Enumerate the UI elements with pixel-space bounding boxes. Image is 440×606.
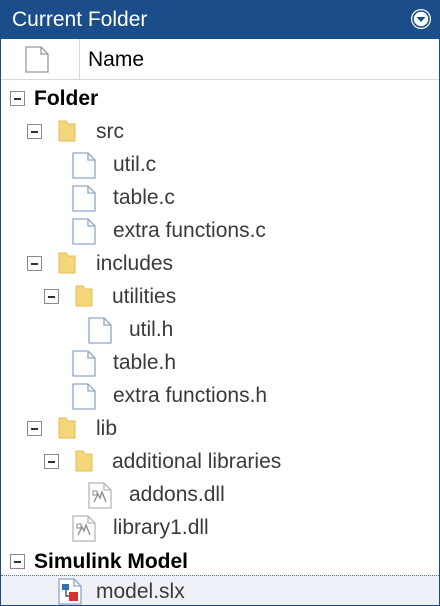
column-header: Name [1,39,439,80]
collapse-toggle[interactable] [44,289,59,304]
tree-item-label: addons.dll [129,483,225,506]
tree-item-label: src [96,120,124,143]
tree-item-model-slx[interactable]: model.slx [1,575,439,605]
type-column-header[interactable] [1,39,80,79]
tree-item-table-c[interactable]: table.c [1,181,439,214]
tree-item-label: table.c [113,186,175,209]
group-row-folder[interactable]: Folder [1,82,439,115]
tree-item-additional-libraries[interactable]: additional libraries [1,445,439,478]
collapse-toggle[interactable] [10,554,25,569]
collapse-toggle[interactable] [44,454,59,469]
group-label: Folder [34,87,99,110]
tree-item-label: model.slx [96,580,185,603]
file-icon [88,317,112,344]
tree-item-label: util.h [129,318,174,341]
panel-titlebar: Current Folder [1,1,439,39]
folder-icon [58,252,76,274]
file-icon [72,218,96,245]
panel-title: Current Folder [12,8,148,31]
tree-item-label: table.h [113,351,177,374]
tree-item-library1-dll[interactable]: library1.dll [1,511,439,544]
tree-item-label: extra functions.c [113,219,266,242]
tree-item-includes[interactable]: includes [1,247,439,280]
file-icon [72,152,96,179]
group-row-simulink-model[interactable]: Simulink Model [1,545,439,578]
group-label: Simulink Model [34,550,189,573]
folder-icon [75,450,93,472]
tree-item-label: extra functions.h [113,384,268,407]
tree-item-util-h[interactable]: util.h [1,313,439,346]
tree-item-addons-dll[interactable]: addons.dll [1,478,439,511]
tree-item-label: includes [96,252,174,275]
tree-item-lib[interactable]: lib [1,412,439,445]
file-icon [72,185,96,212]
tree-item-label: library1.dll [113,516,209,539]
file-icon [72,350,96,377]
panel-menu-icon[interactable] [411,9,431,29]
tree-item-table-h[interactable]: table.h [1,346,439,379]
dll-icon [72,515,96,542]
dll-icon [88,482,112,509]
tree-item-extra-functions-h[interactable]: extra functions.h [1,379,439,412]
collapse-toggle[interactable] [27,124,42,139]
tree-item-label: utilities [112,285,177,308]
collapse-toggle[interactable] [27,256,42,271]
tree-item-label: additional libraries [112,450,282,473]
file-icon [72,383,96,410]
tree-item-utilities[interactable]: utilities [1,280,439,313]
simulink-model-icon [58,578,82,605]
collapse-toggle[interactable] [27,421,42,436]
current-folder-panel: Current Folder Name Folder src util.c ta… [0,0,440,606]
tree-item-label: lib [96,417,118,440]
tree-item-extra-functions-c[interactable]: extra functions.c [1,214,439,247]
tree-item-src[interactable]: src [1,115,439,148]
folder-icon [58,120,76,142]
tree-item-util-c[interactable]: util.c [1,148,439,181]
collapse-toggle[interactable] [10,91,25,106]
folder-icon [75,285,93,307]
name-column-header[interactable]: Name [88,48,144,72]
folder-icon [58,417,76,439]
tree-item-label: util.c [113,153,157,176]
